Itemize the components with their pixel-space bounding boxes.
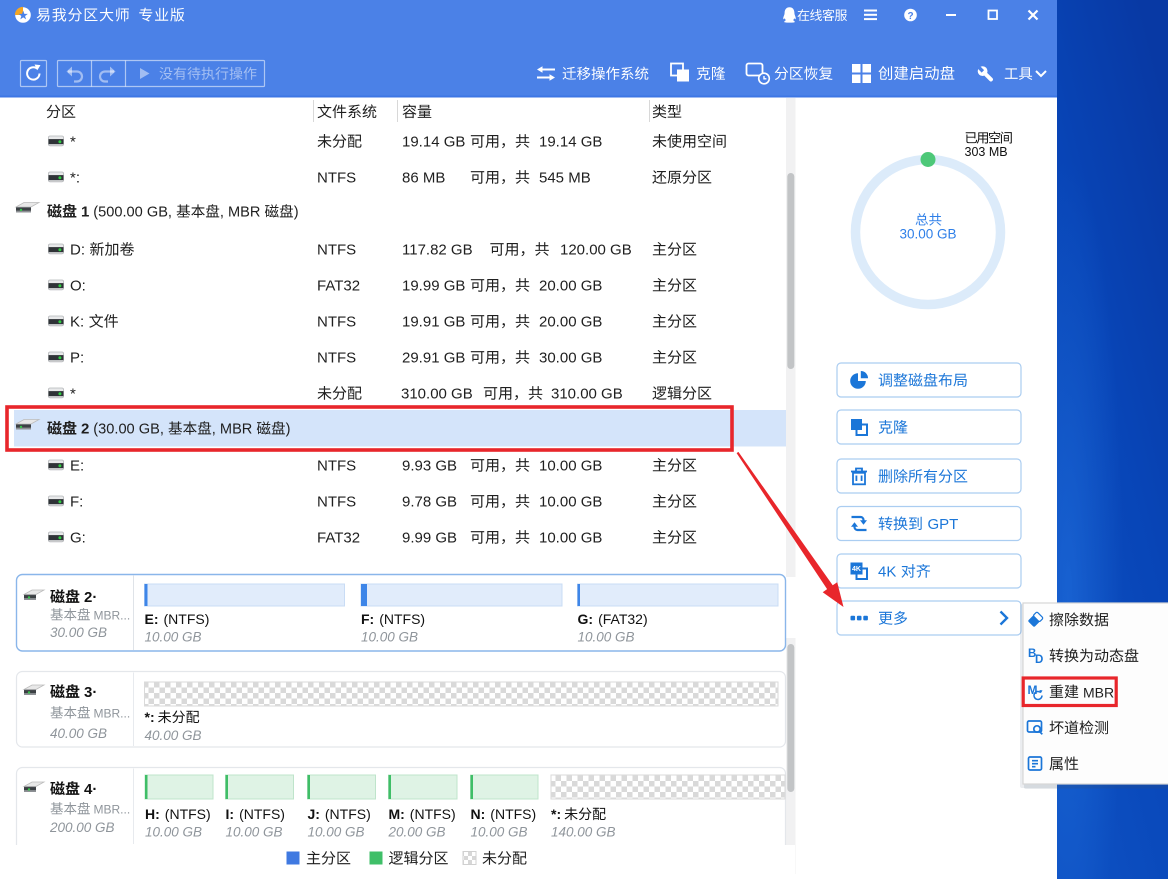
svg-text:303 MB: 303 MB <box>965 145 1008 159</box>
svg-text:1: 1 <box>81 204 89 221</box>
svg-text:(NTFS): (NTFS) <box>239 806 285 822</box>
svg-text:GPT: GPT <box>928 516 959 533</box>
svg-text:10.00 GB: 10.00 GB <box>471 825 528 840</box>
svg-text:(NTFS): (NTFS) <box>490 806 536 822</box>
svg-text:30.00 GB: 30.00 GB <box>50 625 107 640</box>
svg-text:E:: E: <box>145 611 159 627</box>
svg-text:19.99 GB: 19.99 GB <box>402 278 465 295</box>
svg-text:MBR...: MBR... <box>94 707 131 721</box>
svg-text:140.00 GB: 140.00 GB <box>551 825 616 840</box>
svg-text:*: * <box>70 134 76 151</box>
svg-text:G:: G: <box>70 530 86 547</box>
svg-text:(NTFS): (NTFS) <box>410 806 456 822</box>
svg-text:20.00 GB: 20.00 GB <box>539 278 602 295</box>
svg-text:2·: 2· <box>84 589 97 606</box>
svg-text:(500.00 GB,: (500.00 GB, <box>93 205 172 221</box>
svg-text:): ) <box>294 205 299 221</box>
svg-text:, MBR: , MBR <box>220 205 261 221</box>
svg-text:?: ? <box>907 11 913 22</box>
svg-text:86 MB: 86 MB <box>402 170 445 187</box>
svg-text:D: D <box>1035 654 1043 666</box>
svg-text:19.14 GB: 19.14 GB <box>402 134 465 151</box>
svg-text:M: M <box>1028 683 1038 697</box>
svg-text:NTFS: NTFS <box>317 494 356 511</box>
svg-text:NTFS: NTFS <box>317 314 356 331</box>
svg-text:(NTFS): (NTFS) <box>164 611 210 627</box>
svg-text:40.00 GB: 40.00 GB <box>145 728 202 743</box>
svg-text:10.00 GB: 10.00 GB <box>539 494 602 511</box>
svg-text:NTFS: NTFS <box>317 350 356 367</box>
svg-text:10.00 GB: 10.00 GB <box>539 530 602 547</box>
svg-text:20.00 GB: 20.00 GB <box>388 825 446 840</box>
svg-text:545 MB: 545 MB <box>539 170 591 187</box>
svg-text:10.00 GB: 10.00 GB <box>145 630 202 645</box>
svg-text:FAT32: FAT32 <box>317 530 360 547</box>
svg-text:117.82 GB: 117.82 GB <box>402 242 473 259</box>
svg-text:9.99 GB: 9.99 GB <box>402 530 457 547</box>
svg-text:30.00 GB: 30.00 GB <box>539 350 602 367</box>
svg-text:9.78 GB: 9.78 GB <box>402 494 457 511</box>
svg-text:10.00 GB: 10.00 GB <box>361 630 418 645</box>
svg-text:200.00 GB: 200.00 GB <box>49 820 115 835</box>
svg-text:MBR: MBR <box>1083 684 1114 700</box>
svg-text:J:: J: <box>308 806 320 822</box>
svg-text:40.00 GB: 40.00 GB <box>50 726 107 741</box>
svg-text:30.00 GB: 30.00 GB <box>899 227 956 242</box>
svg-text:10.00 GB: 10.00 GB <box>539 458 602 475</box>
svg-text:K:: K: <box>70 314 84 331</box>
svg-text:NTFS: NTFS <box>317 458 356 475</box>
svg-text:, MBR: , MBR <box>212 422 253 438</box>
svg-text:NTFS: NTFS <box>317 242 356 259</box>
svg-text:4K: 4K <box>878 564 896 581</box>
svg-text:MBR...: MBR... <box>94 803 131 817</box>
svg-text:O:: O: <box>70 278 86 295</box>
svg-text:NTFS: NTFS <box>317 170 356 187</box>
svg-text:20.00 GB: 20.00 GB <box>539 314 602 331</box>
svg-text:D:: D: <box>70 242 85 259</box>
svg-text:310.00 GB: 310.00 GB <box>551 386 623 403</box>
svg-text:9.93 GB: 9.93 GB <box>402 458 457 475</box>
svg-text:M:: M: <box>389 806 405 822</box>
svg-text:G:: G: <box>578 611 594 627</box>
svg-text:*:: *: <box>145 709 155 725</box>
svg-text:): ) <box>286 422 291 438</box>
svg-text:FAT32: FAT32 <box>317 278 360 295</box>
svg-text:120.00 GB: 120.00 GB <box>560 242 632 259</box>
svg-text:10.00 GB: 10.00 GB <box>578 630 635 645</box>
svg-text:(NTFS): (NTFS) <box>165 806 211 822</box>
svg-text:(NTFS): (NTFS) <box>379 611 425 627</box>
svg-text:P:: P: <box>70 350 84 367</box>
svg-text:4K: 4K <box>852 566 861 573</box>
svg-text:I:: I: <box>226 806 235 822</box>
svg-text:10.00 GB: 10.00 GB <box>308 825 365 840</box>
svg-text:(30.00 GB,: (30.00 GB, <box>93 422 164 438</box>
svg-text:29.91 GB: 29.91 GB <box>402 350 465 367</box>
svg-text:E:: E: <box>70 458 84 475</box>
svg-text:F:: F: <box>70 494 83 511</box>
svg-text:*:: *: <box>70 170 80 187</box>
svg-text:(FAT32): (FAT32) <box>598 611 648 627</box>
svg-text:H:: H: <box>145 806 160 822</box>
svg-text:19.91 GB: 19.91 GB <box>402 314 465 331</box>
svg-text:*:: *: <box>551 806 561 822</box>
svg-text:MBR...: MBR... <box>94 609 131 623</box>
svg-text:4·: 4· <box>84 781 97 798</box>
svg-text:*: * <box>70 386 76 403</box>
svg-text:F:: F: <box>361 611 374 627</box>
svg-text:19.14 GB: 19.14 GB <box>539 134 602 151</box>
svg-text:10.00 GB: 10.00 GB <box>226 825 283 840</box>
svg-text:(NTFS): (NTFS) <box>325 806 371 822</box>
svg-text:310.00 GB: 310.00 GB <box>401 386 473 403</box>
svg-text:10.00 GB: 10.00 GB <box>145 825 202 840</box>
svg-text:2: 2 <box>81 421 89 438</box>
svg-text:3·: 3· <box>84 684 97 701</box>
svg-text:N:: N: <box>471 806 486 822</box>
